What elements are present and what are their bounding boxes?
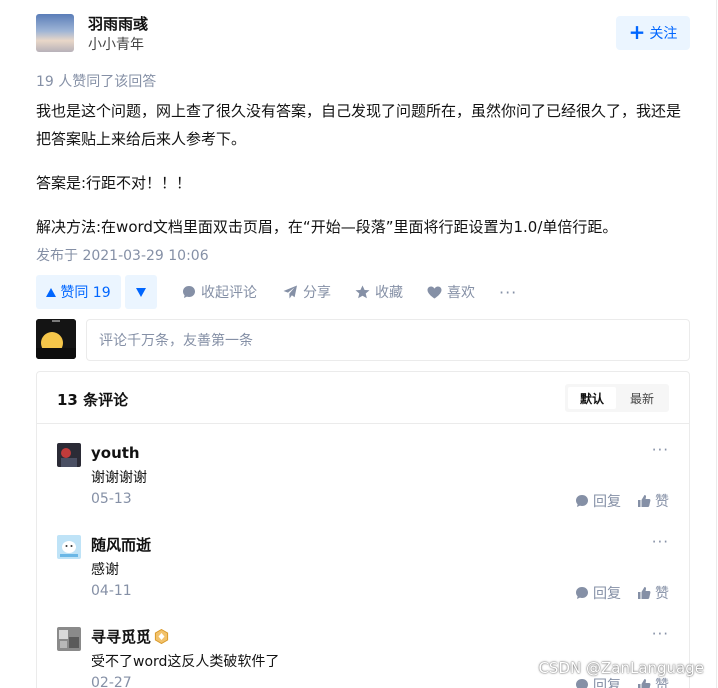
sort-latest-tab[interactable]: 最新 [618, 387, 666, 409]
answer-page: 羽雨雨彧 小小青年 + 关注 19 人赞同了该回答 我也是这个问题，网上查了很久… [0, 0, 718, 688]
avatar-image [57, 627, 81, 651]
favorite-button[interactable]: 收藏 [355, 275, 403, 309]
answer-content: 我也是这个问题，网上查了很久没有答案，自己发现了问题所在，虽然你问了已经很久了，… [36, 97, 692, 241]
comment-icon [576, 587, 588, 599]
commenter-avatar[interactable] [57, 627, 81, 651]
comment-count: 13 条评论 [57, 391, 129, 409]
avatar-image [57, 443, 81, 467]
sort-default-tab[interactable]: 默认 [568, 387, 616, 409]
comment-more-button[interactable]: ··· [652, 441, 669, 459]
comment-more-button[interactable]: ··· [652, 533, 669, 551]
comment-text: 谢谢谢谢 [91, 470, 147, 486]
commenter-name[interactable]: 随风而逝 [91, 535, 151, 555]
heart-icon [427, 286, 442, 298]
watermark-text: CSDN @ZanLanguage [538, 659, 704, 677]
triangle-up-icon [46, 287, 57, 297]
vote-up-button[interactable]: 赞同 19 [36, 275, 121, 309]
reply-button[interactable]: 回复 [575, 491, 621, 511]
comment-date: 05-13 [91, 491, 132, 507]
share-button[interactable]: 分享 [283, 275, 331, 309]
plus-icon: + [628, 20, 646, 44]
comment-date: 04-11 [91, 583, 132, 599]
comment-item: youth ··· 谢谢谢谢 05-13 回复 赞 [57, 441, 669, 523]
comment-icon [576, 679, 588, 688]
vote-up-label: 赞同 19 [60, 285, 111, 301]
commenter-name[interactable]: youth [91, 443, 140, 463]
action-bar: 赞同 19 收起评论 分享 收藏 喜欢 ··· [36, 275, 696, 309]
commenter-name[interactable]: 寻寻觅觅 [91, 628, 151, 646]
vote-down-button[interactable] [125, 275, 157, 309]
answer-paragraph: 答案是:行距不对！！！ [36, 174, 192, 192]
star-icon [355, 285, 370, 299]
reply-label: 回复 [593, 494, 621, 510]
night-moon-image [36, 319, 76, 359]
publish-time[interactable]: 发布于 2021-03-29 10:06 [36, 245, 209, 265]
triangle-down-icon [136, 287, 146, 297]
like-label: 赞 [655, 586, 669, 602]
follow-button[interactable]: + 关注 [616, 16, 690, 50]
paper-plane-icon [283, 285, 297, 299]
reply-button[interactable]: 回复 [575, 583, 621, 603]
collapse-comments-label: 收起评论 [201, 285, 257, 301]
commenter-avatar[interactable] [57, 443, 81, 467]
author-headline: 小小青年 [88, 37, 144, 53]
comment-item: 随风而逝 ··· 感谢 04-11 回复 赞 [57, 533, 669, 615]
answer-paragraph: 解决方法:在word文档里面双击页眉，在“开始—段落”里面将行距设置为1.0/单… [36, 218, 618, 236]
comment-item: 寻寻觅觅 ··· 受不了word这反人类破软件了 02-27 回复 赞 [57, 625, 669, 688]
comment-like-button[interactable]: 赞 [637, 491, 669, 511]
comment-text: 感谢 [91, 562, 119, 578]
comment-like-button[interactable]: 赞 [637, 583, 669, 603]
author-avatar[interactable] [36, 14, 74, 52]
answer-paragraph: 我也是这个问题，网上查了很久没有答案，自己发现了问题所在，虽然你问了已经很久了，… [36, 102, 682, 148]
collapse-comments-button[interactable]: 收起评论 [182, 275, 257, 309]
comment-more-button[interactable]: ··· [652, 625, 669, 643]
comment-icon [183, 286, 195, 298]
favorite-label: 收藏 [375, 285, 403, 301]
comment-icon [576, 495, 588, 507]
current-user-avatar [36, 319, 76, 359]
follow-label: 关注 [649, 26, 678, 42]
comment-date: 02-27 [91, 675, 132, 688]
comments-panel: 13 条评论 默认 最新 youth ··· 谢谢谢谢 05-13 回复 赞 随… [36, 371, 690, 688]
reply-label: 回复 [593, 586, 621, 602]
author-info: 羽雨雨彧 小小青年 + 关注 [36, 13, 690, 57]
avatar-image [57, 535, 81, 559]
comment-text: 受不了word这反人类破软件了 [91, 654, 280, 670]
vote-summary[interactable]: 19 人赞同了该回答 [36, 71, 156, 91]
share-label: 分享 [303, 285, 331, 301]
commenter-avatar[interactable] [57, 535, 81, 559]
comment-sort-switch: 默认 最新 [565, 384, 669, 412]
comment-input[interactable]: 评论千万条，友善第一条 [86, 319, 690, 361]
thumbs-up-icon [638, 587, 651, 599]
like-label: 赞 [655, 494, 669, 510]
author-name[interactable]: 羽雨雨彧 [88, 13, 148, 34]
like-button[interactable]: 喜欢 [427, 275, 475, 309]
divider [716, 0, 717, 688]
comments-header: 13 条评论 默认 最新 [37, 372, 689, 424]
thumbs-up-icon [638, 679, 651, 688]
more-actions-button[interactable]: ··· [499, 275, 517, 309]
commenter-name-row: 寻寻觅觅 [91, 627, 169, 647]
thumbs-up-icon [638, 495, 651, 507]
like-label: 喜欢 [447, 285, 475, 301]
member-badge-icon [154, 629, 169, 644]
